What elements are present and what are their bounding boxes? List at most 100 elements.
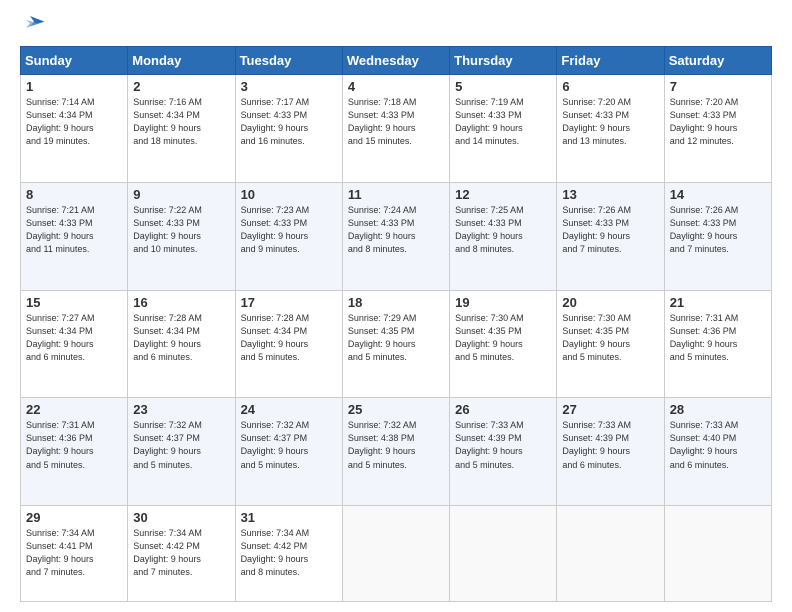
calendar-cell: 16Sunrise: 7:28 AMSunset: 4:34 PMDayligh… [128,290,235,398]
day-info: Sunrise: 7:21 AMSunset: 4:33 PMDaylight:… [26,204,122,256]
day-number: 9 [133,187,229,202]
day-number: 14 [670,187,766,202]
day-number: 24 [241,402,337,417]
day-number: 2 [133,79,229,94]
calendar-cell: 26 Sunrise: 7:33 AMSunset: 4:39 PMDayligh… [450,398,557,506]
calendar-cell: 23 Sunrise: 7:32 AMSunset: 4:37 PMDayligh… [128,398,235,506]
calendar-cell: 30 Sunrise: 7:34 AMSunset: 4:42 PMDayligh… [128,506,235,602]
weekday-header-tuesday: Tuesday [235,47,342,75]
day-info: Sunrise: 7:31 AMSunset: 4:36 PMDaylight:… [26,419,122,471]
day-number: 8 [26,187,122,202]
day-number: 23 [133,402,229,417]
day-info: Sunrise: 7:33 AMSunset: 4:39 PMDaylight:… [455,419,551,471]
day-info: Sunrise: 7:19 AMSunset: 4:33 PMDaylight:… [455,96,551,148]
day-number: 21 [670,295,766,310]
calendar-cell: 21 Sunrise: 7:31 AMSunset: 4:36 PMDayligh… [664,290,771,398]
day-number: 26 [455,402,551,417]
day-info: Sunrise: 7:23 AMSunset: 4:33 PMDaylight:… [241,204,337,256]
calendar-cell: 19 Sunrise: 7:30 AMSunset: 4:35 PMDayligh… [450,290,557,398]
day-number: 7 [670,79,766,94]
calendar-cell: 10 Sunrise: 7:23 AMSunset: 4:33 PMDayligh… [235,182,342,290]
day-info: Sunrise: 7:14 AMSunset: 4:34 PMDaylight:… [26,96,122,148]
day-info: Sunrise: 7:34 AMSunset: 4:42 PMDaylight:… [241,527,337,579]
day-number: 3 [241,79,337,94]
week-row-5: 29 Sunrise: 7:34 AMSunset: 4:41 PMDayligh… [21,506,772,602]
day-info: Sunrise: 7:26 AMSunset: 4:33 PMDaylight:… [670,204,766,256]
day-info: Sunrise: 7:20 AMSunset: 4:33 PMDaylight:… [562,96,658,148]
day-info: Sunrise: 7:32 AMSunset: 4:37 PMDaylight:… [241,419,337,471]
calendar-table: SundayMondayTuesdayWednesdayThursdayFrid… [20,46,772,602]
day-info: Sunrise: 7:33 AMSunset: 4:40 PMDaylight:… [670,419,766,471]
day-info: Sunrise: 7:31 AMSunset: 4:36 PMDaylight:… [670,312,766,364]
calendar-cell: 31 Sunrise: 7:34 AMSunset: 4:42 PMDayligh… [235,506,342,602]
calendar-cell: 12Sunrise: 7:25 AMSunset: 4:33 PMDayligh… [450,182,557,290]
week-row-3: 15 Sunrise: 7:27 AMSunset: 4:34 PMDayligh… [21,290,772,398]
day-info: Sunrise: 7:32 AMSunset: 4:38 PMDaylight:… [348,419,444,471]
day-number: 1 [26,79,122,94]
calendar-cell: 14 Sunrise: 7:26 AMSunset: 4:33 PMDayligh… [664,182,771,290]
day-number: 31 [241,510,337,525]
day-info: Sunrise: 7:26 AMSunset: 4:33 PMDaylight:… [562,204,658,256]
calendar-cell: 7 Sunrise: 7:20 AMSunset: 4:33 PMDaylight… [664,75,771,183]
week-row-4: 22 Sunrise: 7:31 AMSunset: 4:36 PMDayligh… [21,398,772,506]
day-number: 25 [348,402,444,417]
day-number: 18 [348,295,444,310]
day-number: 20 [562,295,658,310]
weekday-header-row: SundayMondayTuesdayWednesdayThursdayFrid… [21,47,772,75]
calendar-cell: 28 Sunrise: 7:33 AMSunset: 4:40 PMDayligh… [664,398,771,506]
page: SundayMondayTuesdayWednesdayThursdayFrid… [0,0,792,612]
calendar-cell: 11 Sunrise: 7:24 AMSunset: 4:33 PMDayligh… [342,182,449,290]
day-info: Sunrise: 7:17 AMSunset: 4:33 PMDaylight:… [241,96,337,148]
calendar-cell: 8 Sunrise: 7:21 AMSunset: 4:33 PMDaylight… [21,182,128,290]
day-number: 27 [562,402,658,417]
day-info: Sunrise: 7:18 AMSunset: 4:33 PMDaylight:… [348,96,444,148]
day-number: 12 [455,187,551,202]
day-info: Sunrise: 7:30 AMSunset: 4:35 PMDaylight:… [562,312,658,364]
day-number: 19 [455,295,551,310]
calendar-cell: 20 Sunrise: 7:30 AMSunset: 4:35 PMDayligh… [557,290,664,398]
day-number: 15 [26,295,122,310]
day-info: Sunrise: 7:22 AMSunset: 4:33 PMDaylight:… [133,204,229,256]
week-row-2: 8 Sunrise: 7:21 AMSunset: 4:33 PMDaylight… [21,182,772,290]
calendar-cell: 3 Sunrise: 7:17 AMSunset: 4:33 PMDaylight… [235,75,342,183]
day-number: 11 [348,187,444,202]
day-number: 10 [241,187,337,202]
logo-text [20,16,46,36]
weekday-header-saturday: Saturday [664,47,771,75]
day-info: Sunrise: 7:27 AMSunset: 4:34 PMDaylight:… [26,312,122,364]
calendar-cell: 29 Sunrise: 7:34 AMSunset: 4:41 PMDayligh… [21,506,128,602]
day-info: Sunrise: 7:30 AMSunset: 4:35 PMDaylight:… [455,312,551,364]
calendar-cell: 24 Sunrise: 7:32 AMSunset: 4:37 PMDayligh… [235,398,342,506]
calendar-cell [342,506,449,602]
day-info: Sunrise: 7:34 AMSunset: 4:41 PMDaylight:… [26,527,122,579]
day-number: 22 [26,402,122,417]
weekday-header-thursday: Thursday [450,47,557,75]
calendar-cell: 9 Sunrise: 7:22 AMSunset: 4:33 PMDaylight… [128,182,235,290]
calendar-cell: 13Sunrise: 7:26 AMSunset: 4:33 PMDayligh… [557,182,664,290]
day-number: 5 [455,79,551,94]
day-number: 28 [670,402,766,417]
calendar-cell: 27 Sunrise: 7:33 AMSunset: 4:39 PMDayligh… [557,398,664,506]
day-info: Sunrise: 7:32 AMSunset: 4:37 PMDaylight:… [133,419,229,471]
day-info: Sunrise: 7:20 AMSunset: 4:33 PMDaylight:… [670,96,766,148]
day-info: Sunrise: 7:16 AMSunset: 4:34 PMDaylight:… [133,96,229,148]
header [20,16,772,36]
day-info: Sunrise: 7:24 AMSunset: 4:33 PMDaylight:… [348,204,444,256]
weekday-header-wednesday: Wednesday [342,47,449,75]
calendar-cell: 2 Sunrise: 7:16 AMSunset: 4:34 PMDaylight… [128,75,235,183]
calendar-cell [664,506,771,602]
day-number: 29 [26,510,122,525]
calendar-cell: 17Sunrise: 7:28 AMSunset: 4:34 PMDayligh… [235,290,342,398]
logo-bird-icon [22,12,46,36]
day-number: 30 [133,510,229,525]
calendar-cell: 22 Sunrise: 7:31 AMSunset: 4:36 PMDayligh… [21,398,128,506]
calendar-cell: 5 Sunrise: 7:19 AMSunset: 4:33 PMDaylight… [450,75,557,183]
day-info: Sunrise: 7:34 AMSunset: 4:42 PMDaylight:… [133,527,229,579]
calendar-cell: 15 Sunrise: 7:27 AMSunset: 4:34 PMDayligh… [21,290,128,398]
logo [20,16,46,36]
day-info: Sunrise: 7:28 AMSunset: 4:34 PMDaylight:… [133,312,229,364]
day-number: 4 [348,79,444,94]
weekday-header-friday: Friday [557,47,664,75]
day-info: Sunrise: 7:33 AMSunset: 4:39 PMDaylight:… [562,419,658,471]
day-info: Sunrise: 7:29 AMSunset: 4:35 PMDaylight:… [348,312,444,364]
